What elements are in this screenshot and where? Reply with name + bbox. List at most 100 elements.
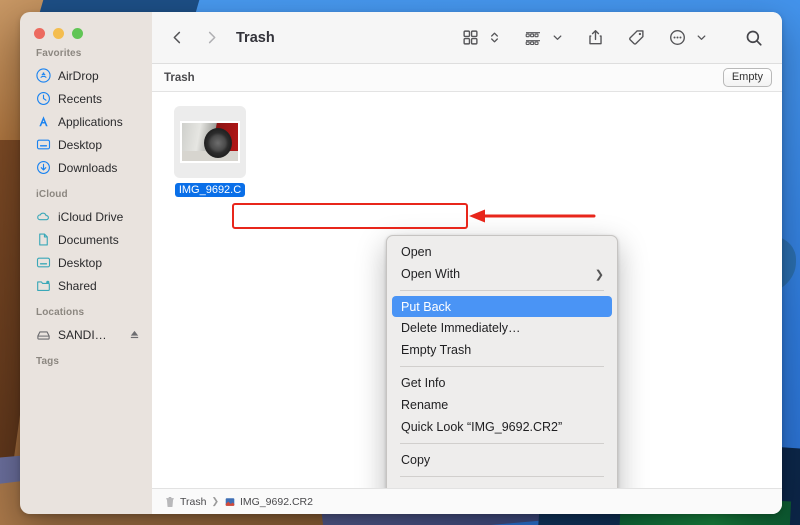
sidebar-item-label: Applications [58,114,123,129]
file-grid: IMG_9692.C Open Open With ❯ Put Back Del… [152,92,782,488]
group-by-button[interactable] [519,25,547,51]
more-options-chevron[interactable] [691,25,712,51]
ellipsis-circle-icon [670,30,685,45]
menu-item-open-with[interactable]: Open With ❯ [387,263,617,285]
menu-item-open[interactable]: Open [387,241,617,263]
traffic-lights [34,28,83,39]
breadcrumb-separator: ❯ [211,496,219,506]
document-icon [39,233,48,246]
share-button[interactable] [582,25,609,51]
menu-item-get-info[interactable]: Get Info [387,372,617,394]
location-bar: Trash Empty [152,64,782,92]
thumbnail-detail [204,128,232,158]
menu-item-empty-trash[interactable]: Empty Trash [387,339,617,361]
file-item[interactable]: IMG_9692.C [172,106,248,197]
sidebar-item-icloud-drive[interactable]: iCloud Drive [20,205,152,228]
file-thumbnail-container[interactable] [174,106,246,178]
annotation-arrow-icon [469,209,596,223]
minimize-button[interactable] [53,28,64,39]
downloads-icon [37,161,50,174]
path-bar: Trash ❯ IMG_9692.CR2 [152,488,782,514]
sidebar-item-sandisk[interactable]: SANDI… [20,323,152,346]
window-title: Trash [236,29,275,46]
view-mode-button[interactable] [457,25,484,51]
trash-icon [166,496,174,507]
menu-item-delete-immediately[interactable]: Delete Immediately… [387,317,617,339]
location-title: Trash [164,71,195,84]
forward-button[interactable] [198,25,224,51]
breadcrumb-file[interactable]: IMG_9692.CR2 [224,496,313,508]
sidebar-item-airdrop[interactable]: AirDrop [20,64,152,87]
cloud-icon [37,212,49,221]
image-file-icon [225,497,235,506]
group-by-chevron[interactable] [547,25,568,51]
menu-item-label: Delete Immediately… [401,321,521,335]
desktop-icon [36,257,51,268]
share-icon [589,30,602,45]
maximize-button[interactable] [72,28,83,39]
menu-item-put-back[interactable]: Put Back [392,296,612,317]
sidebar-group-tags: Tags [36,356,59,367]
breadcrumb-trash[interactable]: Trash [164,496,206,508]
sidebar-item-label: SANDI… [58,327,107,342]
sidebar-item-label: Recents [58,91,103,106]
sidebar: Favorites AirDrop Recents Applications D… [20,12,152,514]
breadcrumb-label: IMG_9692.CR2 [240,495,313,508]
breadcrumb-label: Trash [180,495,207,508]
grid-view-icon [463,30,478,45]
car-wheel-photo-thumbnail [180,121,240,163]
chevron-up-down-icon [491,32,498,43]
tag-icon [629,30,644,45]
sidebar-item-documents[interactable]: Documents [20,228,152,251]
menu-item-label: Open With [401,267,461,281]
eject-icon[interactable] [129,329,140,340]
sidebar-item-recents[interactable]: Recents [20,87,152,110]
finder-window: Favorites AirDrop Recents Applications D… [20,12,782,514]
tag-button[interactable] [623,25,650,51]
menu-separator [400,476,604,477]
sidebar-item-icloud-desktop[interactable]: Desktop [20,251,152,274]
sidebar-item-applications[interactable]: Applications [20,110,152,133]
sidebar-item-label: AirDrop [58,68,99,83]
file-name-label[interactable]: IMG_9692.C [174,183,246,197]
menu-item-quick-look[interactable]: Quick Look “IMG_9692.CR2” [387,416,617,438]
chevron-left-icon [173,31,180,44]
search-button[interactable] [740,25,768,51]
back-button[interactable] [164,25,190,51]
menu-item-label: Get Info [401,376,446,390]
menu-separator [400,443,604,444]
sidebar-item-label: iCloud Drive [58,209,124,224]
context-menu: Open Open With ❯ Put Back Delete Immedia… [386,235,618,488]
menu-item-rename[interactable]: Rename [387,394,617,416]
chevron-down-icon [697,35,706,40]
sidebar-group-icloud: iCloud [36,189,68,200]
external-drive-icon [37,331,50,340]
applications-icon [39,116,48,127]
sidebar-item-shared[interactable]: Shared [20,274,152,297]
menu-item-label: Empty Trash [401,343,472,357]
sidebar-group-locations: Locations [36,307,85,318]
chevron-right-icon [208,31,215,44]
submenu-arrow-icon: ❯ [594,268,604,281]
menu-separator [400,290,604,291]
menu-separator [400,366,604,367]
menu-item-label: Open [401,245,432,259]
sidebar-item-label: Shared [58,278,97,293]
sidebar-item-label: Desktop [58,255,103,270]
close-button[interactable] [34,28,45,39]
view-mode-chevron[interactable] [484,25,505,51]
menu-item-copy[interactable]: Copy [387,449,617,471]
sidebar-item-label: Desktop [58,137,103,152]
sidebar-item-label: Downloads [58,160,118,175]
sidebar-item-downloads[interactable]: Downloads [20,156,152,179]
chevron-down-icon [553,35,562,40]
empty-trash-button[interactable]: Empty [722,67,772,88]
sidebar-group-favorites: Favorites [36,48,82,59]
menu-item-label: Copy [401,453,431,467]
menu-item-label: Put Back [401,299,452,314]
group-by-icon [525,32,540,46]
sidebar-item-label: Documents [58,232,119,247]
more-options-button[interactable] [664,25,691,51]
airdrop-icon [36,68,51,83]
sidebar-item-desktop[interactable]: Desktop [20,133,152,156]
